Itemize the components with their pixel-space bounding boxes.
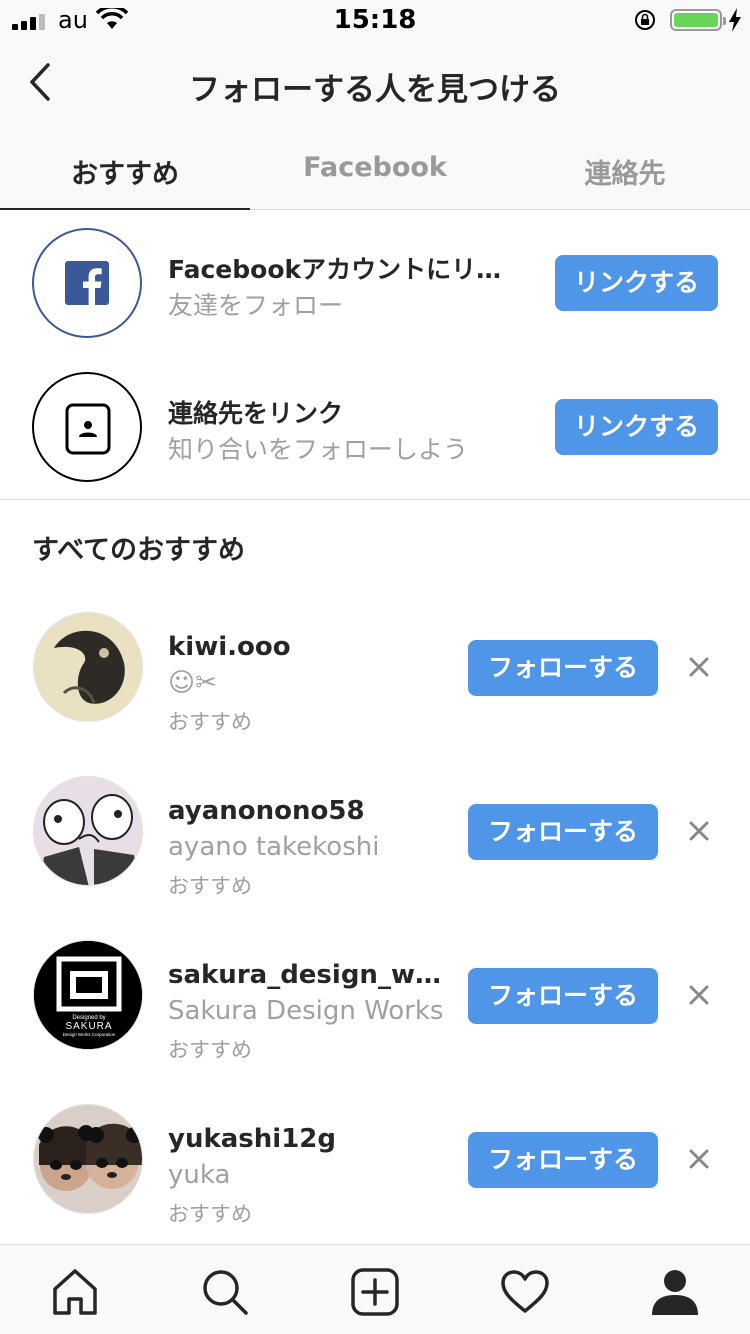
link-contacts-row: 連絡先をリンク 知り合いをフォローしよう リンクする: [0, 362, 750, 492]
suggestion-username[interactable]: ayanonono58: [168, 796, 453, 826]
suggestion-username[interactable]: kiwi.ooo: [168, 632, 453, 662]
tab-recommended[interactable]: おすすめ: [0, 128, 250, 210]
suggestion-fullname: yuka: [168, 1160, 231, 1190]
suggestion-row[interactable]: kiwi.ooo ☺✂ おすすめ フォローする: [0, 612, 750, 776]
avatar[interactable]: Designed by SAKURA Design Works Corporat…: [33, 940, 143, 1050]
dismiss-x-icon[interactable]: [684, 816, 714, 846]
link-facebook-button[interactable]: リンクする: [555, 255, 718, 311]
follow-button[interactable]: フォローする: [468, 640, 658, 696]
battery-icon: [670, 9, 726, 31]
dismiss-x-icon[interactable]: [684, 652, 714, 682]
bottom-tab-bar: [0, 1244, 750, 1334]
sakura-logo-line2: SAKURA: [65, 1021, 112, 1032]
tab-contacts[interactable]: 連絡先: [500, 128, 750, 209]
link-facebook-subtitle: 友達をフォロー: [168, 291, 344, 320]
sakura-logo-image: Designed by SAKURA Design Works Corporat…: [34, 941, 142, 1049]
suggestion-reason: おすすめ: [168, 1202, 252, 1226]
sakura-logo-line3: Design Works Corporation: [63, 1032, 116, 1037]
suggestion-username[interactable]: yukashi12g: [168, 1124, 453, 1154]
avatar-image: [34, 613, 142, 721]
avatar-image: [34, 777, 142, 885]
avatar[interactable]: [33, 776, 143, 886]
facebook-circle: [32, 228, 142, 338]
link-contacts-button[interactable]: リンクする: [555, 399, 718, 455]
link-contacts-title: 連絡先をリンク: [168, 399, 344, 428]
suggestion-username[interactable]: sakura_design_works: [168, 960, 453, 990]
status-bar: au 15:18: [0, 0, 750, 40]
dismiss-x-icon[interactable]: [684, 1144, 714, 1174]
page-title: フォローする人を見つける: [189, 72, 561, 108]
activity-heart-icon[interactable]: [500, 1267, 550, 1317]
link-contacts-subtitle: 知り合いをフォローしよう: [168, 435, 469, 464]
suggestion-reason: おすすめ: [168, 710, 252, 734]
add-post-icon[interactable]: [350, 1267, 400, 1317]
avatar[interactable]: [33, 1104, 143, 1214]
tab-bar-top: おすすめ Facebook 連絡先: [0, 128, 750, 210]
nav-header: フォローする人を見つける: [0, 40, 750, 128]
battery-fill: [674, 13, 718, 27]
suggestion-reason: おすすめ: [168, 1038, 252, 1062]
contact-card-icon: [65, 403, 111, 455]
suggestion-fullname: ayano takekoshi: [168, 832, 380, 862]
follow-button[interactable]: フォローする: [468, 968, 658, 1024]
facebook-icon: [65, 261, 109, 305]
home-icon[interactable]: [50, 1267, 100, 1317]
suggestion-row[interactable]: Designed by SAKURA Design Works Corporat…: [0, 940, 750, 1104]
profile-icon[interactable]: [650, 1267, 700, 1317]
tab-facebook[interactable]: Facebook: [250, 128, 500, 209]
search-icon[interactable]: [200, 1267, 250, 1317]
contacts-circle: [32, 372, 142, 482]
link-facebook-row: Facebookアカウントにリンク 友達をフォロー リンクする: [0, 218, 750, 348]
follow-button[interactable]: フォローする: [468, 804, 658, 860]
follow-button[interactable]: フォローする: [468, 1132, 658, 1188]
section-divider: [0, 499, 750, 500]
avatar-image: [34, 1105, 142, 1213]
suggestion-row[interactable]: ayanonono58 ayano takekoshi おすすめ フォローする: [0, 776, 750, 940]
suggestion-reason: おすすめ: [168, 874, 252, 898]
section-title: すべてのおすすめ: [32, 535, 246, 566]
suggestion-fullname: Sakura Design Works: [168, 996, 444, 1026]
rotation-lock-icon: [635, 10, 655, 30]
charging-icon: [729, 8, 741, 32]
suggestion-fullname: ☺✂: [168, 668, 217, 698]
link-facebook-title: Facebookアカウントにリンク: [168, 255, 518, 284]
avatar[interactable]: [33, 612, 143, 722]
dismiss-x-icon[interactable]: [684, 980, 714, 1010]
